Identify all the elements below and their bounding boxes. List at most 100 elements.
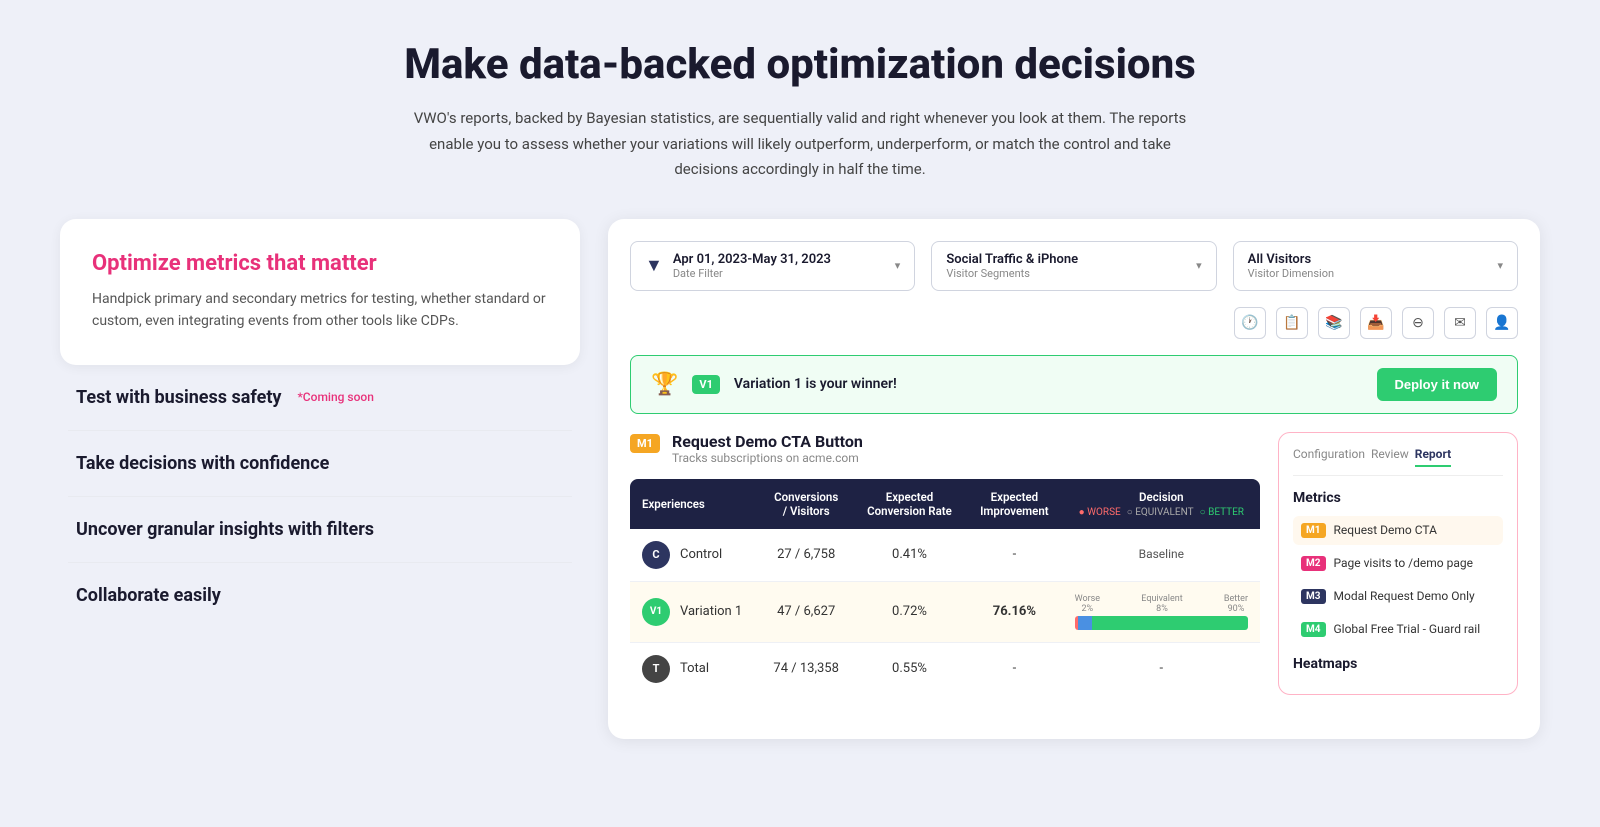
bar-better-segment [1092,616,1248,630]
clock-icon-btn[interactable]: 🕐 [1234,307,1266,339]
feature-item-3[interactable]: Collaborate easily [68,563,572,628]
m2-name: Page visits to /demo page [1334,556,1473,570]
winner-banner: 🏆 V1 Variation 1 is your winner! Deploy … [630,355,1518,414]
control-name: Control [680,547,722,562]
page-header: Make data-backed optimization decisions … [60,40,1540,183]
total-conv-rate: 0.55% [853,642,966,695]
worse-label: ● WORSE [1079,507,1121,518]
right-panel: ▼ Apr 01, 2023-May 31, 2023 Date Filter … [608,219,1540,739]
date-filter[interactable]: ▼ Apr 01, 2023-May 31, 2023 Date Filter … [630,241,915,291]
sidebar-metric-m4[interactable]: M4 Global Free Trial - Guard rail [1293,615,1503,644]
sidebar-metric-m2[interactable]: M2 Page visits to /demo page [1293,549,1503,578]
m1-name: Request Demo CTA [1334,523,1437,537]
filter-funnel-icon: ▼ [645,255,663,276]
v1-conversions: 47 / 6,627 [760,581,853,642]
bar-equiv-label: Equivalent8% [1141,594,1182,614]
minus-icon-btn[interactable]: ⊖ [1402,307,1434,339]
date-filter-content: Apr 01, 2023-May 31, 2023 Date Filter [673,252,885,280]
feature-item-label-2: Uncover granular insights with filters [76,519,374,540]
total-conversions: 74 / 13,358 [760,642,853,695]
coming-soon-badge: *Coming soon [297,390,373,404]
bar-worse-label: Worse2% [1075,594,1100,614]
v1-decision-bar-cell: Worse2% Equivalent8% Better90% [1063,581,1260,642]
date-filter-chevron-icon: ▾ [895,259,901,272]
segment-filter[interactable]: Social Traffic & iPhone Visitor Segments… [931,241,1216,291]
stack-icon-btn[interactable]: 📚 [1318,307,1350,339]
feature-item-0[interactable]: Test with business safety *Coming soon [68,365,572,431]
feature-item-label-1: Take decisions with confidence [76,453,329,474]
m3-badge: M3 [1301,589,1326,604]
equivalent-label: ○ EQUIVALENT [1127,507,1194,518]
download-icon-btn[interactable]: 📥 [1360,307,1392,339]
segment-filter-value: Social Traffic & iPhone [946,252,1186,267]
deploy-button[interactable]: Deploy it now [1377,368,1498,401]
table-row: C Control 27 / 6,758 0.41% - Baseline [630,529,1260,582]
sidebar-metric-m1[interactable]: M1 Request Demo CTA [1293,516,1503,545]
control-conv-rate: 0.41% [853,529,966,582]
dimension-filter-chevron-icon: ▾ [1497,259,1503,272]
icon-toolbar: 🕐 📋 📚 📥 ⊖ ✉ 👤 [630,307,1518,339]
metric-header: M1 Request Demo CTA Button Tracks subscr… [630,432,1260,465]
trophy-icon: 🏆 [651,372,678,397]
sidebar-metric-m3[interactable]: M3 Modal Request Demo Only [1293,582,1503,611]
tab-configuration[interactable]: Configuration [1293,447,1365,467]
date-filter-label: Date Filter [673,267,885,280]
m4-badge: M4 [1301,622,1326,637]
report-sidebar: Configuration Review Report Metrics M1 R… [1278,432,1518,695]
col-improvement: ExpectedImprovement [966,479,1062,529]
feature-item-1[interactable]: Take decisions with confidence [68,431,572,497]
page-title: Make data-backed optimization decisions [60,40,1540,90]
exp-cell-total: T Total [630,642,760,695]
results-table: Experiences Conversions/ Visitors Expect… [630,479,1260,695]
user-icon-btn[interactable]: 👤 [1486,307,1518,339]
total-name: Total [680,661,709,676]
decision-bar-container: Worse2% Equivalent8% Better90% [1075,594,1248,630]
dimension-filter-value: All Visitors [1248,252,1488,267]
feature-item-label-3: Collaborate easily [76,585,221,606]
total-decision: - [1063,642,1260,695]
feature-card: Optimize metrics that matter Handpick pr… [60,219,580,365]
metric-title: Request Demo CTA Button [672,432,863,451]
email-icon-btn[interactable]: ✉ [1444,307,1476,339]
control-dot: C [642,541,670,569]
feature-card-desc: Handpick primary and secondary metrics f… [92,288,548,333]
dimension-filter[interactable]: All Visitors Visitor Dimension ▾ [1233,241,1518,291]
segment-filter-chevron-icon: ▾ [1196,259,1202,272]
left-panel: Optimize metrics that matter Handpick pr… [60,219,580,628]
bar-better-label: Better90% [1224,594,1248,614]
bar-labels: Worse2% Equivalent8% Better90% [1075,594,1248,614]
v1-dot: V1 [642,598,670,626]
winner-v1-badge: V1 [692,375,720,394]
metric-subtitle: Tracks subscriptions on acme.com [672,451,863,465]
tab-review[interactable]: Review [1371,447,1409,467]
decision-bar [1075,616,1248,630]
page-subtitle: VWO's reports, backed by Bayesian statis… [410,106,1190,183]
filters-row: ▼ Apr 01, 2023-May 31, 2023 Date Filter … [630,241,1518,291]
m4-name: Global Free Trial - Guard rail [1334,622,1481,636]
metric-section: M1 Request Demo CTA Button Tracks subscr… [630,432,1260,695]
report-body: M1 Request Demo CTA Button Tracks subscr… [630,432,1518,695]
total-improvement: - [966,642,1062,695]
copy-icon-btn[interactable]: 📋 [1276,307,1308,339]
segment-filter-label: Visitor Segments [946,267,1186,280]
feature-card-title: Optimize metrics that matter [92,251,548,276]
col-decision: Decision ● WORSE ○ EQUIVALENT ○ BETTER [1063,479,1260,529]
control-conversions: 27 / 6,758 [760,529,853,582]
exp-cell-v1: V1 Variation 1 [630,581,760,642]
control-improvement: - [966,529,1062,582]
m2-badge: M2 [1301,556,1326,571]
winner-text: Variation 1 is your winner! [734,376,1363,392]
feature-item-label-0: Test with business safety [76,387,281,408]
m1-badge: M1 [1301,523,1326,538]
feature-list: Test with business safety *Coming soon T… [60,365,580,628]
metric-badge-m1: M1 [630,434,660,453]
table-row: T Total 74 / 13,358 0.55% - - [630,642,1260,695]
exp-cell-control: C Control [630,529,760,582]
col-conversions: Conversions/ Visitors [760,479,853,529]
total-dot: T [642,655,670,683]
segment-filter-content: Social Traffic & iPhone Visitor Segments [946,252,1186,280]
table-row: V1 Variation 1 47 / 6,627 0.72% 76.16% [630,581,1260,642]
feature-item-2[interactable]: Uncover granular insights with filters [68,497,572,563]
tab-report[interactable]: Report [1415,447,1451,467]
bar-equiv-segment [1078,616,1092,630]
